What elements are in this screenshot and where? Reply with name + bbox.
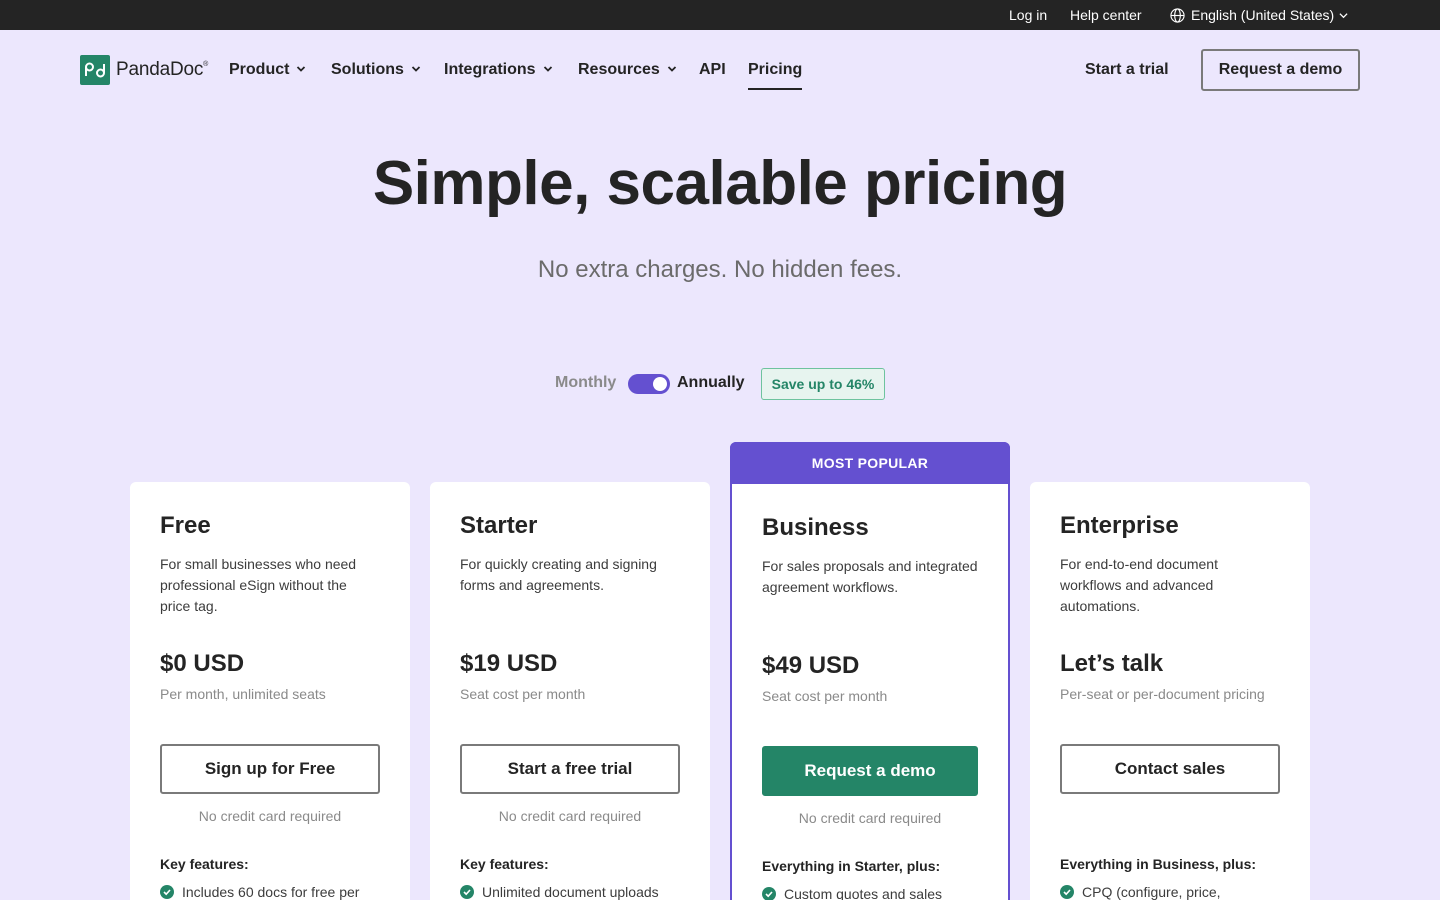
page-subtitle: No extra charges. No hidden fees. [537, 256, 903, 283]
login-link[interactable]: Log in [1009, 7, 1047, 23]
plan-card-enterprise: Enterprise For end-to-end document workf… [1030, 482, 1310, 900]
active-nav-underline [748, 88, 803, 90]
features-heading: Key features: [160, 856, 249, 872]
chevron-down-icon [297, 66, 306, 72]
sign-up-free-button[interactable]: Sign up for Free [160, 744, 380, 794]
features-heading: Everything in Business, plus: [1060, 856, 1257, 872]
plan-name: Free [160, 512, 211, 539]
no-credit-card-note: No credit card required [798, 810, 942, 826]
plan-price: Let’s talk [1060, 650, 1164, 677]
help-center-link[interactable]: Help center [1070, 7, 1142, 23]
nav-pricing[interactable]: Pricing [748, 61, 803, 90]
toggle-knob [653, 377, 667, 391]
language-label: English (United States) [1191, 7, 1335, 23]
logo-text: PandaDoc® [116, 59, 209, 80]
feature-text: Custom quotes and sales [784, 886, 942, 900]
plan-price: $19 USD [460, 650, 558, 677]
main-nav: PandaDoc® Product Solutions Integrations… [0, 30, 1440, 110]
plan-name: Business [762, 514, 869, 541]
plan-name: Enterprise [1060, 512, 1179, 539]
no-credit-card-note: No credit card required [498, 808, 642, 824]
nav-solutions[interactable]: Solutions [331, 61, 421, 79]
plan-price-note: Seat cost per month [762, 688, 888, 704]
nav-integrations[interactable]: Integrations [444, 61, 553, 79]
features-heading: Key features: [460, 856, 549, 872]
billing-toggle-row: Monthly Annually Save up to 46% [0, 368, 1440, 400]
check-icon [762, 887, 776, 900]
features-heading: Everything in Starter, plus: [762, 858, 941, 874]
feature-text: Includes 60 docs for free per [182, 884, 360, 900]
feature-item: Includes 60 docs for free per [160, 884, 400, 900]
check-icon [1060, 885, 1074, 899]
save-badge: Save up to 46% [761, 368, 885, 400]
nav-solutions-label: Solutions [331, 61, 404, 78]
billing-annually-label[interactable]: Annually [677, 374, 745, 392]
plan-price-note: Per-seat or per-document pricing [1060, 686, 1265, 702]
nav-resources[interactable]: Resources [578, 61, 677, 79]
plan-card-free: Free For small businesses who need profe… [130, 482, 410, 900]
chevron-down-icon [411, 66, 421, 72]
plan-description: For end-to-end document workflows and ad… [1060, 556, 1218, 614]
plan-description: For sales proposals and integrated agree… [762, 558, 978, 595]
language-selector[interactable]: English (United States) [1170, 7, 1348, 23]
nav-api[interactable]: API [699, 61, 726, 79]
feature-item: Custom quotes and sales [762, 886, 1002, 900]
logo-mark-icon [80, 55, 110, 85]
feature-text: Unlimited document uploads [482, 884, 659, 900]
globe-icon [1170, 8, 1185, 23]
plan-card-business: MOST POPULAR Business For sales proposal… [730, 442, 1010, 900]
no-credit-card-note: No credit card required [198, 808, 342, 824]
request-demo-button[interactable]: Request a demo [1201, 49, 1360, 91]
chevron-down-icon [667, 66, 676, 72]
feature-item: Unlimited document uploads [460, 884, 700, 900]
plan-name: Starter [460, 512, 538, 539]
nav-product-label: Product [229, 61, 290, 78]
billing-monthly-label[interactable]: Monthly [555, 374, 616, 392]
most-popular-banner: MOST POPULAR [730, 442, 1010, 484]
business-request-demo-button[interactable]: Request a demo [762, 746, 978, 796]
chevron-down-icon [1339, 13, 1348, 19]
chevron-down-icon [543, 66, 552, 72]
check-icon [460, 885, 474, 899]
plan-description: For quickly creating and signing forms a… [460, 556, 657, 593]
plan-price: $0 USD [160, 650, 245, 677]
plan-price-note: Per month, unlimited seats [160, 686, 326, 702]
plan-price: $49 USD [762, 652, 860, 679]
nav-product[interactable]: Product [229, 61, 306, 79]
page-title: Simple, scalable pricing [372, 149, 1068, 218]
nav-pricing-label: Pricing [748, 61, 803, 78]
check-icon [160, 885, 174, 899]
nav-integrations-label: Integrations [444, 61, 536, 78]
start-free-trial-button[interactable]: Start a free trial [460, 744, 680, 794]
plan-description: For small businesses who need profession… [160, 556, 357, 614]
utility-bar: Log in Help center English (United State… [0, 0, 1440, 30]
start-trial-link[interactable]: Start a trial [1085, 61, 1169, 79]
plan-price-note: Seat cost per month [460, 686, 586, 702]
nav-resources-label: Resources [578, 61, 660, 78]
billing-period-toggle[interactable] [628, 374, 670, 394]
pandadoc-logo[interactable]: PandaDoc® [80, 55, 208, 85]
feature-item: CPQ (configure, price, [1060, 884, 1300, 900]
contact-sales-button[interactable]: Contact sales [1060, 744, 1280, 794]
feature-text: CPQ (configure, price, [1082, 884, 1221, 900]
plan-card-starter: Starter For quickly creating and signing… [430, 482, 710, 900]
